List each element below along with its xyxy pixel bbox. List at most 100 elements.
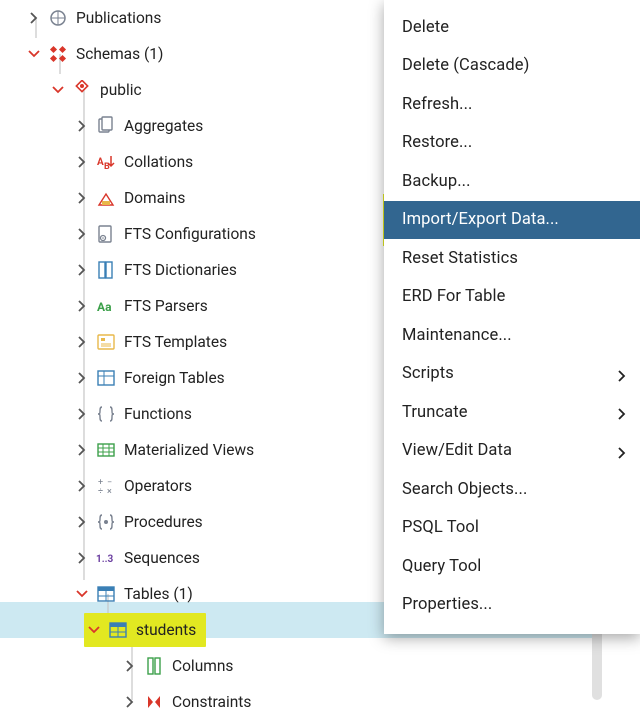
tree-item-label: FTS Parsers	[124, 297, 208, 315]
chevron-right-icon[interactable]	[76, 228, 88, 240]
tree-item-schemas[interactable]: Schemas (1)	[0, 36, 385, 72]
tree-item-label: Procedures	[124, 513, 203, 531]
object-tree: Publications Schemas (1) public Aggregat…	[0, 0, 385, 706]
tree-item-label: Collations	[124, 153, 193, 171]
chevron-down-icon[interactable]	[76, 588, 88, 600]
schemas-icon	[48, 44, 68, 64]
tree-item-aggregates[interactable]: Aggregates	[0, 108, 385, 144]
constraints-icon	[144, 692, 164, 712]
chevron-right-icon	[616, 368, 628, 380]
tree-item-label: Constraints	[172, 693, 251, 711]
tree-item-operators[interactable]: +−÷× Operators	[0, 468, 385, 504]
chevron-right-icon[interactable]	[76, 372, 88, 384]
tree-item-publications[interactable]: Publications	[0, 0, 385, 36]
tree-item-label: Tables (1)	[124, 585, 193, 603]
tree-item-label: FTS Configurations	[124, 225, 256, 243]
chevron-right-icon[interactable]	[76, 552, 88, 564]
chevron-right-icon	[616, 406, 628, 418]
tree-item-label: Materialized Views	[124, 441, 254, 459]
tree-item-collations[interactable]: AB Collations	[0, 144, 385, 180]
tree-item-fts-dictionaries[interactable]: FTS Dictionaries	[0, 252, 385, 288]
chevron-down-icon[interactable]	[88, 624, 100, 636]
columns-icon	[144, 656, 164, 676]
chevron-right-icon	[616, 445, 628, 457]
aggregates-icon	[96, 116, 116, 136]
fts-parsers-icon: Aa	[96, 296, 116, 316]
publications-icon	[48, 8, 68, 28]
tree-item-procedures[interactable]: Procedures	[0, 504, 385, 540]
menu-item-scripts[interactable]: Scripts	[384, 355, 640, 394]
tree-item-label: Domains	[124, 189, 185, 207]
chevron-right-icon[interactable]	[76, 336, 88, 348]
menu-item-maintenance[interactable]: Maintenance...	[384, 316, 640, 355]
chevron-right-icon[interactable]	[76, 264, 88, 276]
chevron-down-icon[interactable]	[28, 48, 40, 60]
chevron-right-icon[interactable]	[76, 516, 88, 528]
tree-item-foreign-tables[interactable]: Foreign Tables	[0, 360, 385, 396]
tree-item-public[interactable]: public	[0, 72, 385, 108]
chevron-right-icon[interactable]	[124, 696, 136, 708]
tree-item-label: FTS Templates	[124, 333, 227, 351]
tree-item-fts-templates[interactable]: FTS Templates	[0, 324, 385, 360]
materialized-views-icon	[96, 440, 116, 460]
menu-item-backup[interactable]: Backup...	[384, 162, 640, 201]
tree-item-label: Sequences	[124, 549, 200, 567]
fts-templates-icon	[96, 332, 116, 352]
chevron-right-icon[interactable]	[76, 408, 88, 420]
svg-text:Aa: Aa	[97, 300, 112, 314]
svg-text:÷: ÷	[98, 487, 103, 496]
menu-item-restore[interactable]: Restore...	[384, 124, 640, 163]
chevron-right-icon[interactable]	[76, 120, 88, 132]
chevron-down-icon[interactable]	[52, 84, 64, 96]
menu-item-refresh[interactable]: Refresh...	[384, 85, 640, 124]
fts-configurations-icon	[96, 224, 116, 244]
tree-item-columns[interactable]: Columns	[0, 648, 385, 684]
svg-text:×: ×	[107, 487, 112, 496]
menu-item-delete-cascade[interactable]: Delete (Cascade)	[384, 47, 640, 86]
tree-item-label: Publications	[76, 9, 161, 27]
tree-item-fts-configurations[interactable]: FTS Configurations	[0, 216, 385, 252]
menu-item-erd[interactable]: ERD For Table	[384, 278, 640, 317]
tree-item-sequences[interactable]: 1..3 Sequences	[0, 540, 385, 576]
chevron-right-icon[interactable]	[76, 300, 88, 312]
tree-item-fts-parsers[interactable]: Aa FTS Parsers	[0, 288, 385, 324]
menu-item-properties[interactable]: Properties...	[384, 586, 640, 625]
tree-item-students[interactable]: students	[0, 612, 385, 648]
chevron-right-icon[interactable]	[76, 480, 88, 492]
procedures-icon	[96, 512, 116, 532]
menu-item-query-tool[interactable]: Query Tool	[384, 547, 640, 586]
tree-item-label: FTS Dictionaries	[124, 261, 237, 279]
tree-item-tables[interactable]: Tables (1)	[0, 576, 385, 612]
operators-icon: +−÷×	[96, 476, 116, 496]
tree-item-label: Foreign Tables	[124, 369, 225, 387]
tables-icon	[96, 584, 116, 604]
chevron-right-icon[interactable]	[76, 192, 88, 204]
sequences-icon: 1..3	[96, 548, 116, 568]
tree-item-label: students	[136, 621, 196, 639]
schema-icon	[72, 80, 92, 100]
functions-icon	[96, 404, 116, 424]
table-icon	[108, 620, 128, 640]
menu-item-psql-tool[interactable]: PSQL Tool	[384, 509, 640, 548]
chevron-right-icon[interactable]	[28, 12, 40, 24]
tree-item-label: Columns	[172, 657, 233, 675]
svg-text:A: A	[97, 157, 104, 168]
menu-item-view-edit-data[interactable]: View/Edit Data	[384, 432, 640, 471]
tree-item-materialized-views[interactable]: Materialized Views	[0, 432, 385, 468]
menu-item-truncate[interactable]: Truncate	[384, 393, 640, 432]
foreign-tables-icon	[96, 368, 116, 388]
chevron-right-icon[interactable]	[76, 444, 88, 456]
menu-item-delete[interactable]: Delete	[384, 8, 640, 47]
tree-item-constraints[interactable]: Constraints	[0, 684, 385, 720]
menu-item-import-export[interactable]: Import/Export Data...	[384, 201, 640, 240]
tree-item-label: Aggregates	[124, 117, 203, 135]
context-menu: Delete Delete (Cascade) Refresh... Resto…	[384, 0, 640, 634]
svg-text:1..3: 1..3	[96, 554, 114, 565]
chevron-right-icon[interactable]	[76, 156, 88, 168]
chevron-right-icon[interactable]	[124, 660, 136, 672]
tree-item-functions[interactable]: Functions	[0, 396, 385, 432]
tree-item-domains[interactable]: Domains	[0, 180, 385, 216]
menu-item-search-objects[interactable]: Search Objects...	[384, 470, 640, 509]
tree-item-label: Schemas (1)	[76, 45, 163, 63]
menu-item-reset-statistics[interactable]: Reset Statistics	[384, 239, 640, 278]
